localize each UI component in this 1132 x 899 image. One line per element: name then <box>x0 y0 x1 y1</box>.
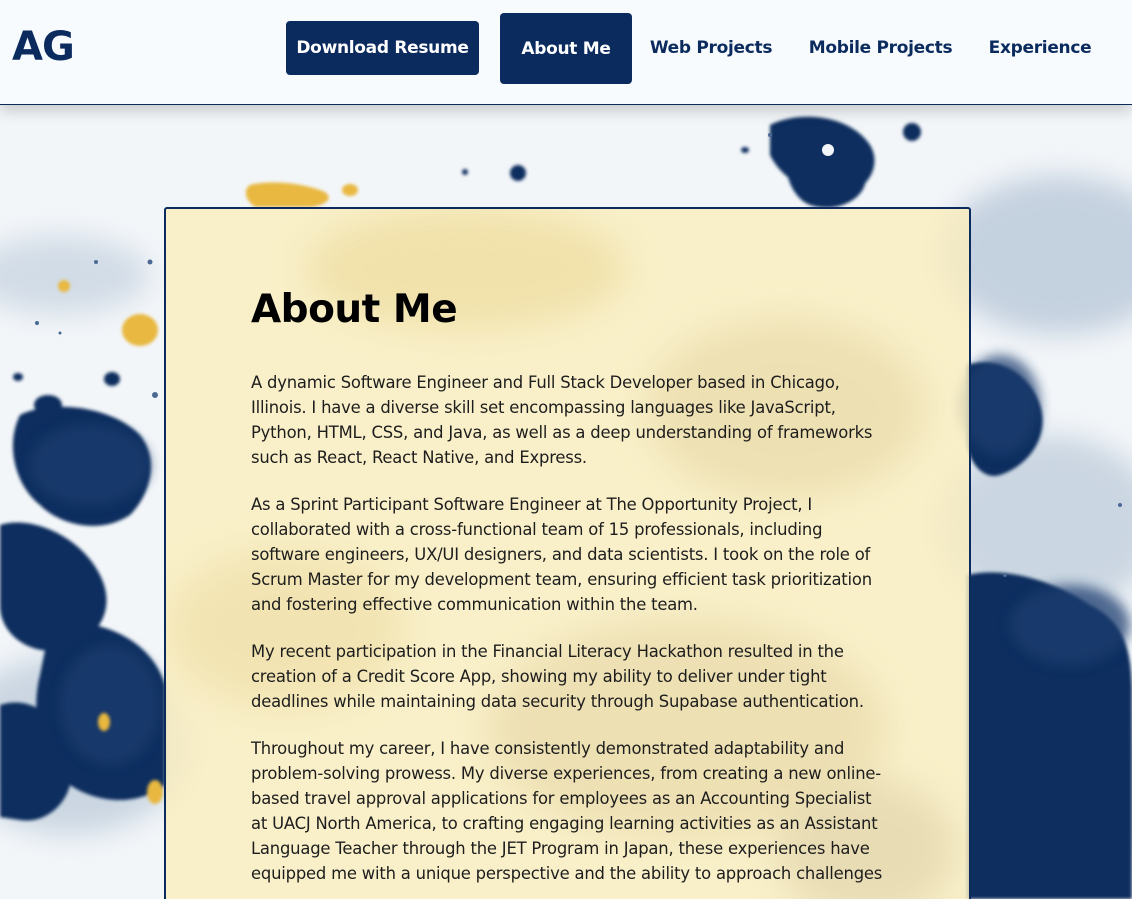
site-header: AG Download Resume About Me Web Projects… <box>0 0 1132 105</box>
about-paragraph-4: Throughout my career, I have consistentl… <box>251 739 883 883</box>
nav-web-projects[interactable]: Web Projects <box>645 28 777 68</box>
site-logo[interactable]: AG <box>12 24 75 70</box>
about-title: About Me <box>251 287 458 332</box>
about-paragraph-3: My recent participation in the Financial… <box>251 642 864 711</box>
about-paragraph-1: A dynamic Software Engineer and Full Sta… <box>251 373 873 467</box>
about-content: About Me A dynamic Software Engineer and… <box>251 287 891 899</box>
about-card: About Me A dynamic Software Engineer and… <box>164 207 971 899</box>
nav-mobile-projects[interactable]: Mobile Projects <box>803 28 958 68</box>
download-resume-button[interactable]: Download Resume <box>286 21 479 75</box>
nav-experience[interactable]: Experience <box>982 28 1098 68</box>
nav-about-me[interactable]: About Me <box>500 13 632 84</box>
about-paragraph-2: As a Sprint Participant Software Enginee… <box>251 495 872 614</box>
